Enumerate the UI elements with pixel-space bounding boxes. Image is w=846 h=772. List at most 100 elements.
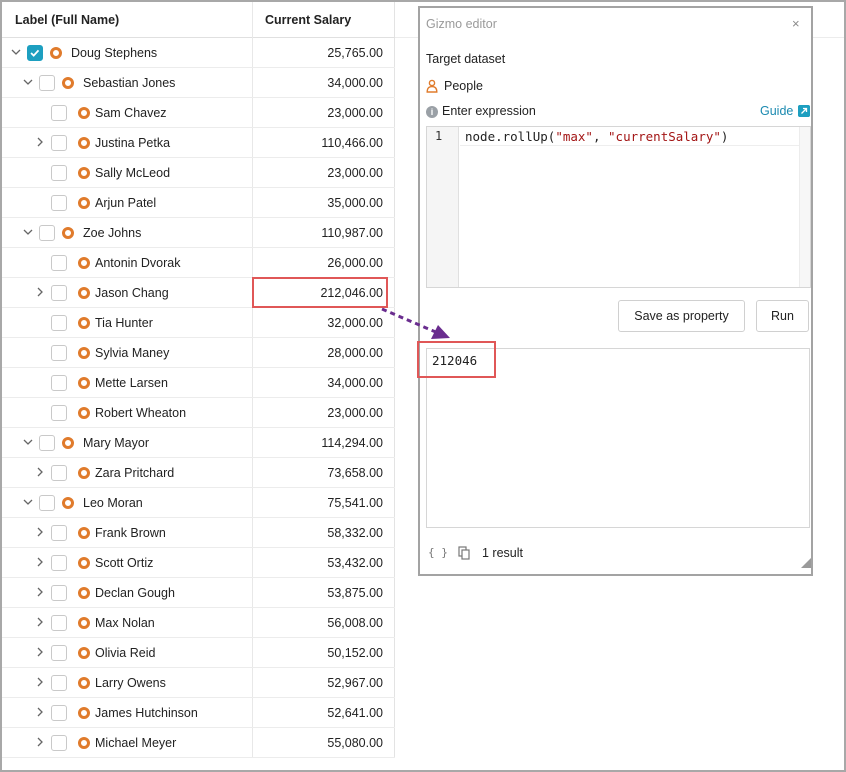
table-row[interactable]: James Hutchinson 52,641.00	[2, 698, 395, 728]
editor-scrollbar[interactable]	[799, 127, 810, 287]
code-editor[interactable]: 1 node.rollUp("max", "currentSalary")	[426, 126, 811, 288]
row-checkbox[interactable]	[51, 675, 67, 691]
table-row[interactable]: Antonin Dvorak 26,000.00	[2, 248, 395, 278]
column-header-label[interactable]: Label (Full Name)	[15, 2, 119, 38]
node-icon	[62, 437, 74, 449]
node-icon	[78, 467, 90, 479]
column-header-salary[interactable]: Current Salary	[265, 2, 351, 38]
row-checkbox[interactable]	[51, 585, 67, 601]
node-icon	[78, 107, 90, 119]
node-icon	[78, 677, 90, 689]
row-checkbox[interactable]	[51, 315, 67, 331]
table-row[interactable]: Michael Meyer 55,080.00	[2, 728, 395, 758]
table-row[interactable]: Doug Stephens 25,765.00	[2, 38, 395, 68]
row-label: Zara Pritchard	[95, 466, 175, 480]
chevron-right-icon[interactable]	[34, 526, 46, 538]
node-icon	[78, 647, 90, 659]
row-checkbox[interactable]	[51, 705, 67, 721]
row-checkbox[interactable]	[51, 525, 67, 541]
chevron-down-icon[interactable]	[22, 436, 34, 448]
table-row[interactable]: Tia Hunter 32,000.00	[2, 308, 395, 338]
table-row[interactable]: Sally McLeod 23,000.00	[2, 158, 395, 188]
info-icon[interactable]: i	[426, 106, 438, 118]
table-row[interactable]: Mary Mayor 114,294.00	[2, 428, 395, 458]
row-checkbox[interactable]	[39, 435, 55, 451]
chevron-right-icon[interactable]	[34, 736, 46, 748]
row-label: Robert Wheaton	[95, 406, 187, 420]
row-checkbox[interactable]	[39, 225, 55, 241]
guide-link[interactable]: Guide	[760, 104, 793, 118]
row-checkbox[interactable]	[51, 255, 67, 271]
table-row[interactable]: Zara Pritchard 73,658.00	[2, 458, 395, 488]
row-salary: 53,875.00	[327, 586, 383, 600]
chevron-down-icon[interactable]	[22, 226, 34, 238]
chevron-down-icon[interactable]	[22, 496, 34, 508]
row-salary: 34,000.00	[327, 376, 383, 390]
chevron-right-icon[interactable]	[34, 286, 46, 298]
node-icon	[78, 587, 90, 599]
row-checkbox[interactable]	[51, 405, 67, 421]
run-button[interactable]: Run	[756, 300, 809, 332]
row-checkbox[interactable]	[51, 645, 67, 661]
copy-icon[interactable]	[458, 546, 470, 560]
chevron-down-icon[interactable]	[22, 76, 34, 88]
row-label: Justina Petka	[95, 136, 171, 150]
row-checkbox[interactable]	[51, 165, 67, 181]
table-row[interactable]: Larry Owens 52,967.00	[2, 668, 395, 698]
table-row[interactable]: Leo Moran 75,541.00	[2, 488, 395, 518]
row-checkbox[interactable]	[51, 555, 67, 571]
row-checkbox[interactable]	[27, 45, 43, 61]
row-label: Max Nolan	[95, 616, 155, 630]
row-salary: 52,967.00	[327, 676, 383, 690]
row-checkbox[interactable]	[51, 465, 67, 481]
table-row[interactable]: Mette Larsen 34,000.00	[2, 368, 395, 398]
row-label: Declan Gough	[95, 586, 175, 600]
braces-icon[interactable]: { }	[428, 546, 448, 559]
external-link-icon[interactable]	[798, 105, 810, 117]
row-checkbox[interactable]	[51, 105, 67, 121]
row-checkbox[interactable]	[39, 495, 55, 511]
row-label: Scott Ortiz	[95, 556, 154, 570]
table-row[interactable]: Robert Wheaton 23,000.00	[2, 398, 395, 428]
row-checkbox[interactable]	[51, 615, 67, 631]
code-line[interactable]: node.rollUp("max", "currentSalary")	[465, 129, 728, 144]
row-checkbox[interactable]	[51, 345, 67, 361]
row-checkbox[interactable]	[51, 735, 67, 751]
row-checkbox[interactable]	[51, 285, 67, 301]
row-checkbox[interactable]	[51, 195, 67, 211]
node-icon	[78, 407, 90, 419]
table-row[interactable]: Arjun Patel 35,000.00	[2, 188, 395, 218]
line-gutter: 1	[427, 127, 459, 287]
row-label: Sally McLeod	[95, 166, 171, 180]
chevron-right-icon[interactable]	[34, 676, 46, 688]
panel-title: Gizmo editor	[426, 17, 497, 31]
chevron-down-icon[interactable]	[10, 46, 22, 58]
chevron-right-icon[interactable]	[34, 556, 46, 568]
chevron-right-icon[interactable]	[34, 466, 46, 478]
chevron-right-icon[interactable]	[34, 706, 46, 718]
table-row[interactable]: Sylvia Maney 28,000.00	[2, 338, 395, 368]
resize-handle-icon[interactable]	[801, 558, 811, 568]
table-row[interactable]: Olivia Reid 50,152.00	[2, 638, 395, 668]
table-row[interactable]: Sam Chavez 23,000.00	[2, 98, 395, 128]
table-row[interactable]: Max Nolan 56,008.00	[2, 608, 395, 638]
gizmo-editor-panel: Gizmo editor × Target dataset People i E…	[418, 6, 813, 576]
row-checkbox[interactable]	[51, 135, 67, 151]
chevron-right-icon[interactable]	[34, 646, 46, 658]
chevron-right-icon[interactable]	[34, 616, 46, 628]
row-label: Olivia Reid	[95, 646, 156, 660]
row-checkbox[interactable]	[39, 75, 55, 91]
save-as-property-button[interactable]: Save as property	[618, 300, 745, 332]
chevron-right-icon[interactable]	[34, 586, 46, 598]
table-row[interactable]: Declan Gough 53,875.00	[2, 578, 395, 608]
table-row[interactable]: Sebastian Jones 34,000.00	[2, 68, 395, 98]
table-row[interactable]: Justina Petka 110,466.00	[2, 128, 395, 158]
row-checkbox[interactable]	[51, 375, 67, 391]
table-row[interactable]: Zoe Johns 110,987.00	[2, 218, 395, 248]
code-separator: ,	[592, 129, 609, 144]
row-salary: 25,765.00	[327, 46, 383, 60]
chevron-right-icon[interactable]	[34, 136, 46, 148]
table-row[interactable]: Frank Brown 58,332.00	[2, 518, 395, 548]
table-row[interactable]: Scott Ortiz 53,432.00	[2, 548, 395, 578]
close-icon[interactable]: ×	[792, 16, 800, 31]
